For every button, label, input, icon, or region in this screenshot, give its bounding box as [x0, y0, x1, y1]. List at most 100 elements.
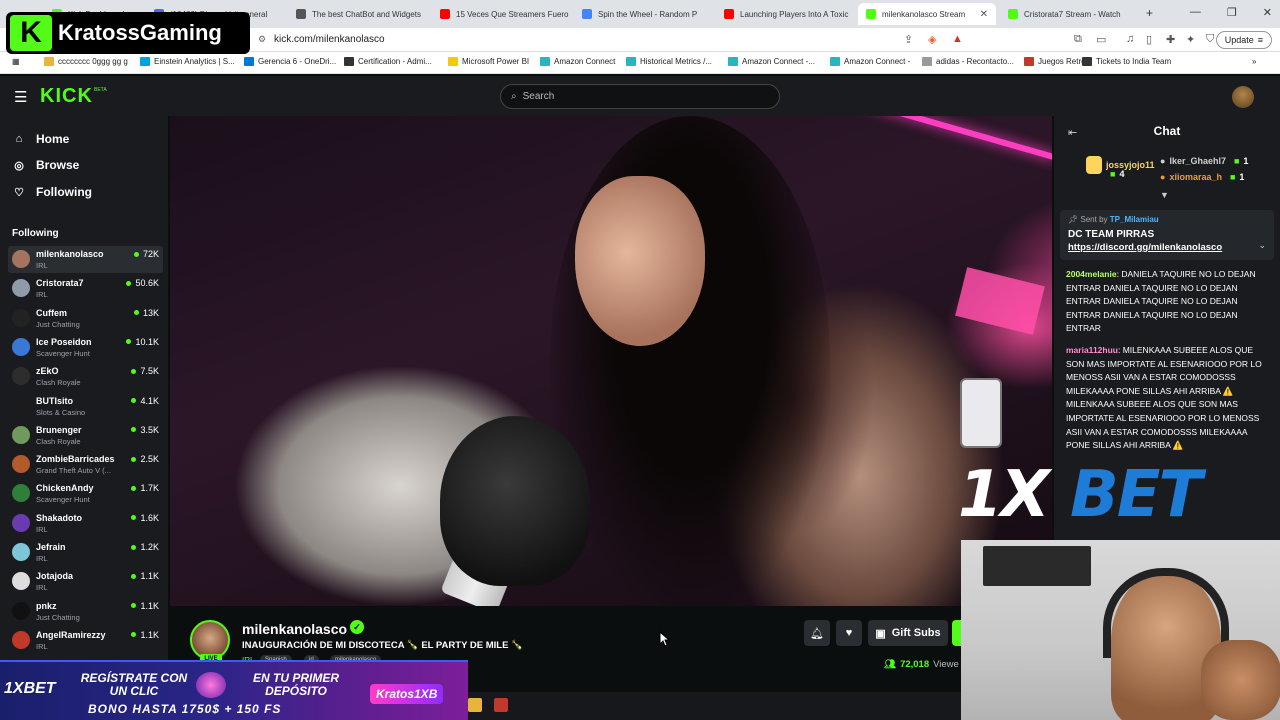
- beta-label: BETA: [94, 87, 107, 93]
- sidebar-toggle-icon[interactable]: ▯: [1146, 33, 1152, 46]
- following-channel-item[interactable]: zEkO Clash Royale 7.5K: [8, 363, 163, 390]
- channel-name: Cristorata7: [36, 278, 84, 289]
- vpn-icon[interactable]: ⛉: [1206, 33, 1214, 46]
- puzzle-icon[interactable]: ✚: [1166, 33, 1175, 46]
- brave-rewards-icon[interactable]: ▲: [952, 33, 963, 45]
- update-button[interactable]: Update ≡: [1215, 31, 1272, 49]
- bookmark-item[interactable]: Gerencia 6 - OneDri...: [244, 57, 336, 66]
- following-channel-item[interactable]: Ice Poseidon Scavenger Hunt 10.1K: [8, 334, 163, 361]
- channel-avatar: [12, 484, 30, 503]
- bookmark-item[interactable]: Juegos Retro: [1024, 57, 1086, 66]
- following-channel-item[interactable]: pnkz Just Chatting 1.1K: [8, 598, 163, 625]
- top-gifter[interactable]: ● xiiomaraa_h ■ 1: [1160, 172, 1244, 182]
- channel-name: Jefrain: [36, 542, 66, 552]
- salesforce-icon: [140, 57, 150, 66]
- bookmark-item[interactable]: Certification - Admi...: [344, 57, 432, 66]
- nav-following[interactable]: ♡ Following: [12, 185, 92, 199]
- top-gifter[interactable]: ● Iker_Ghaehl7 ■ 1: [1160, 156, 1248, 166]
- nav-browse[interactable]: ◎ Browse: [12, 158, 79, 172]
- heart-icon: ♡: [14, 186, 24, 199]
- verified-check-icon: ✓: [350, 620, 364, 634]
- video-player[interactable]: [170, 116, 1052, 606]
- nav-home[interactable]: ⌂ Home: [12, 132, 70, 146]
- channel-avatar: [12, 367, 30, 386]
- chevron-down-icon[interactable]: ⌄: [1258, 240, 1266, 251]
- webcam-overlay: [961, 540, 1280, 720]
- roulette-icon: [196, 672, 226, 698]
- following-channel-item[interactable]: Jotajoda IRL 1.1K: [8, 568, 163, 595]
- browser-tab[interactable]: 15 Veces Que Streamers Fuero: [432, 3, 570, 25]
- phone-in-crowd: [960, 378, 1002, 448]
- extensions-icon[interactable]: ⧉: [1074, 33, 1082, 46]
- channel-avatar: [12, 572, 30, 591]
- streamer-name[interactable]: milenkanolasco: [242, 621, 347, 637]
- gift-icon: ■: [1229, 172, 1236, 182]
- live-dot-icon: [131, 515, 137, 521]
- bookmark-item[interactable]: Historical Metrics /...: [626, 57, 712, 66]
- taskbar-app-icon[interactable]: [494, 698, 508, 712]
- following-channel-item[interactable]: ZombieBarricades Grand Theft Auto V (... 2…: [8, 451, 163, 478]
- bookmark-item[interactable]: Microsoft Power BI: [448, 57, 529, 66]
- following-channel-item[interactable]: ChickenAndy Scavenger Hunt 1.7K: [8, 480, 163, 507]
- microphone: [440, 416, 590, 586]
- leo-icon[interactable]: ✦: [1186, 33, 1195, 46]
- apps-icon[interactable]: ▦: [12, 57, 20, 66]
- pinned-link[interactable]: https://discord.gg/milenkanolasco: [1068, 242, 1222, 253]
- minimize-icon[interactable]: —: [1190, 6, 1201, 19]
- live-dot-icon: [126, 280, 132, 286]
- close-window-icon[interactable]: ✕: [1263, 6, 1272, 19]
- tickets-icon: [1082, 57, 1092, 66]
- follow-heart-button[interactable]: ♥: [836, 620, 862, 646]
- bookmark-item[interactable]: cccccccc 0ggg gg g: [44, 57, 128, 66]
- taskbar-app-icon[interactable]: [468, 698, 482, 712]
- more-bookmarks-icon[interactable]: »: [1252, 57, 1256, 66]
- search-input[interactable]: ⌕ Search: [500, 84, 780, 109]
- following-channel-item[interactable]: BUTIsito Slots & Casino 4.1K: [8, 393, 163, 420]
- bookmark-item[interactable]: adidas - Recontacto...: [922, 57, 1014, 66]
- user-avatar[interactable]: [1232, 86, 1254, 108]
- browser-tab[interactable]: Spin the Wheel - Random P: [574, 3, 712, 25]
- channel-viewers: 50.6K: [126, 278, 159, 288]
- browser-tab[interactable]: Launching Players Into A Toxic: [716, 3, 854, 25]
- bookmark-item[interactable]: Amazon Connect -: [830, 57, 910, 66]
- channel-name: milenkanolasco: [36, 249, 104, 259]
- gift-subs-button[interactable]: ▣ Gift Subs: [868, 620, 948, 646]
- bookmark-item[interactable]: Amazon Connect -...: [728, 57, 815, 66]
- expand-gifters-icon[interactable]: ▼: [1160, 190, 1169, 200]
- new-tab-icon[interactable]: +: [1146, 6, 1153, 20]
- window-controls: — ❐ ✕: [1190, 6, 1272, 19]
- close-tab-icon[interactable]: ✕: [980, 9, 988, 20]
- channel-avatar: [12, 396, 30, 415]
- share-icon[interactable]: ⇪: [904, 33, 913, 46]
- following-channel-item[interactable]: Shakadoto IRL 1.6K: [8, 510, 163, 537]
- hamburger-menu-icon[interactable]: ☰: [14, 88, 27, 106]
- channel-viewers: 1.6K: [131, 513, 159, 523]
- live-dot-icon: [133, 251, 139, 257]
- maximize-icon[interactable]: ❐: [1227, 6, 1237, 19]
- notification-bell-button[interactable]: 🔔︎: [804, 620, 830, 646]
- following-channel-item[interactable]: Brunenger Clash Royale 3.5K: [8, 422, 163, 449]
- following-channel-item[interactable]: Cristorata7 IRL 50.6K: [8, 275, 163, 302]
- brave-shield-icon[interactable]: ◈: [928, 33, 936, 46]
- bookmark-item[interactable]: Amazon Connect: [540, 57, 615, 66]
- bookmark-item[interactable]: Tickets to India Team: [1082, 57, 1171, 66]
- reader-icon[interactable]: ▭: [1096, 33, 1106, 46]
- bookmark-item[interactable]: Einstein Analytics | S...: [140, 57, 235, 66]
- following-channel-item[interactable]: Cuffem Just Chatting 13K: [8, 305, 163, 332]
- browser-tab[interactable]: The best ChatBot and Widgets: [288, 3, 428, 25]
- heart-icon: ♥: [845, 627, 853, 639]
- live-dot-icon: [133, 310, 139, 316]
- following-channel-item[interactable]: AngelRamirezzy IRL 1.1K: [8, 627, 163, 654]
- compass-icon: ◎: [14, 159, 24, 172]
- url-field[interactable]: kick.com/milenkanolasco: [274, 34, 385, 45]
- kick-logo[interactable]: KICK: [40, 85, 93, 108]
- channel-category: IRL: [36, 583, 48, 593]
- site-info-icon[interactable]: ⚙: [258, 34, 266, 45]
- channel-avatar: [12, 630, 30, 649]
- media-icon[interactable]: ♫: [1126, 33, 1134, 45]
- browser-tab-active[interactable]: milenkanolasco Stream ✕: [858, 3, 996, 25]
- browser-tab[interactable]: Cristorata7 Stream - Watch: [1000, 3, 1140, 25]
- following-channel-item[interactable]: milenkanolasco IRL 72K: [8, 246, 163, 273]
- following-channel-item[interactable]: Jefrain IRL 1.2K: [8, 539, 163, 566]
- channel-name: Brunenger: [36, 424, 82, 435]
